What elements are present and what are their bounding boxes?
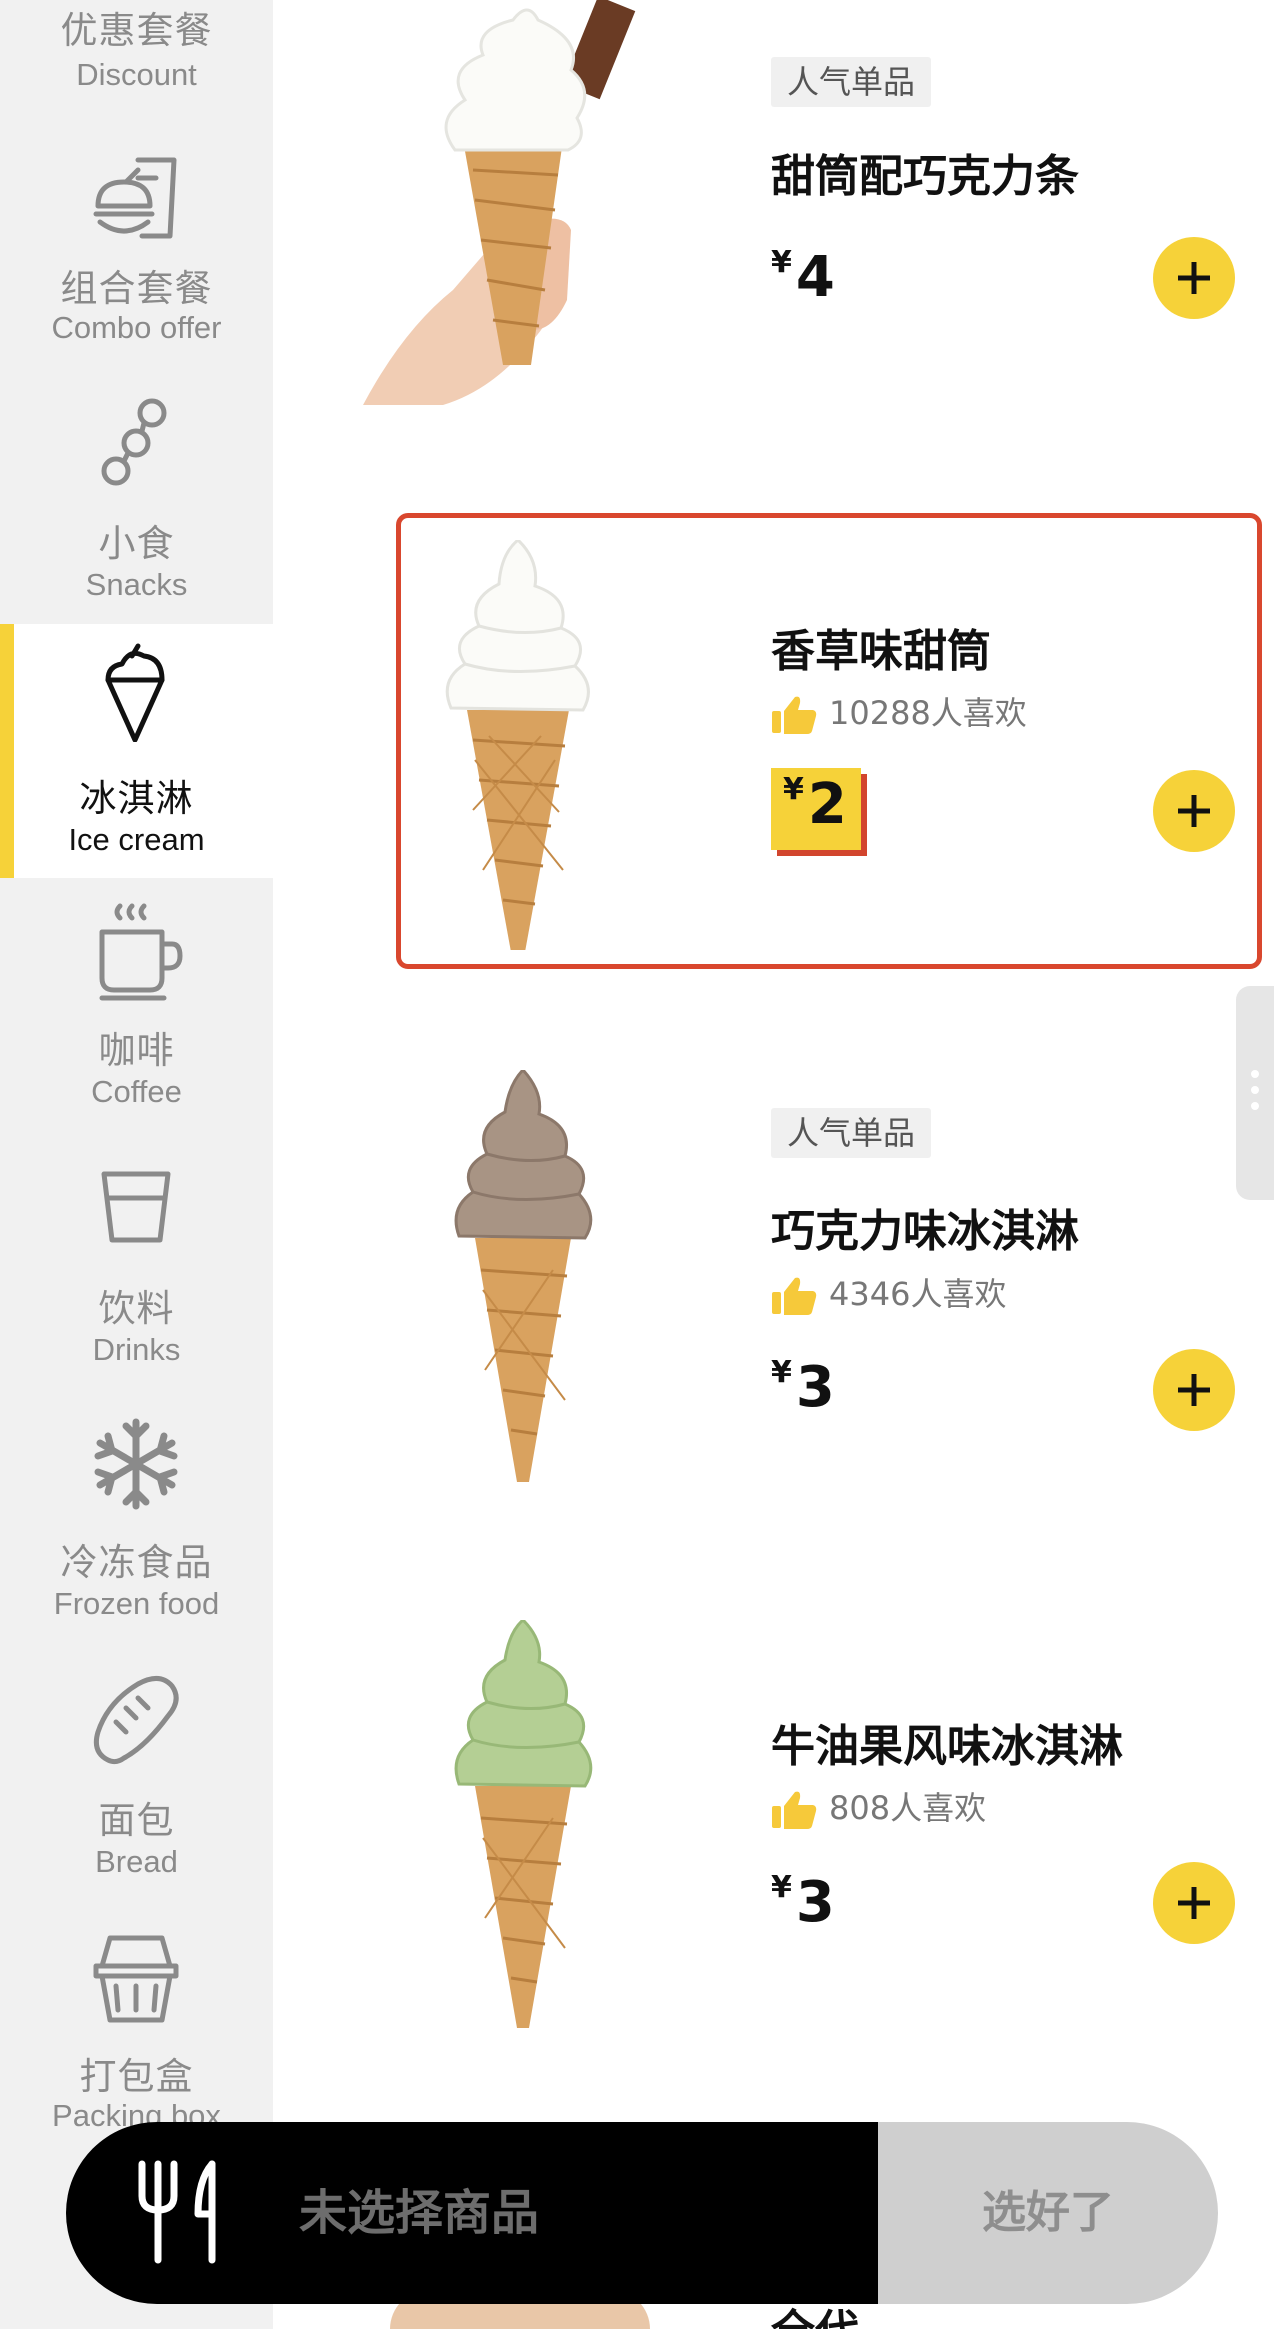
checkout-label: 选好了 xyxy=(982,2187,1114,2238)
likes-text: 10288人喜欢 xyxy=(829,694,1027,732)
popular-tag: 人气单品 xyxy=(771,57,932,107)
add-to-cart-button[interactable] xyxy=(1153,1349,1235,1431)
sidebar-item-label-en: Ice cream xyxy=(68,822,205,857)
add-to-cart-button[interactable] xyxy=(1153,1862,1235,1944)
product-price: ¥3 xyxy=(771,1870,835,1935)
product-name: 牛油果风味冰淇淋 xyxy=(771,1721,1123,1772)
product-card[interactable]: 人气单品 甜筒配巧克力条 ¥4 xyxy=(273,0,1274,470)
cart-status-text: 未选择商品 xyxy=(299,2185,540,2241)
sidebar-item-label-zh: 小食 xyxy=(98,522,175,565)
sidebar-item-coffee[interactable]: 咖啡 Coffee xyxy=(0,902,273,1122)
fork-knife-icon xyxy=(138,2160,216,2264)
product-card[interactable]: 香草味甜筒 10288人喜欢 ¥2 xyxy=(273,520,1274,970)
currency-symbol: ¥ xyxy=(783,772,804,807)
add-to-cart-button[interactable] xyxy=(1153,237,1235,319)
snack-skewer-icon xyxy=(86,393,186,493)
sidebar-item-label-en: Discount xyxy=(76,57,197,92)
currency-symbol: ¥ xyxy=(771,1870,792,1905)
product-price: ¥3 xyxy=(771,1355,835,1420)
sidebar-item-label-zh: 饮料 xyxy=(98,1287,175,1330)
product-image xyxy=(443,537,593,952)
cart-bar: 未选择商品 选好了 xyxy=(66,2122,1218,2304)
sidebar-item-frozen-food[interactable]: 冷冻食品 Frozen food xyxy=(0,1414,273,1634)
price-value: 4 xyxy=(795,245,835,310)
sidebar-item-label-zh: 打包盒 xyxy=(79,2055,194,2098)
price-value: 3 xyxy=(795,1355,835,1420)
sidebar-item-snacks[interactable]: 小食 Snacks xyxy=(0,393,273,613)
sidebar-item-label-en: Bread xyxy=(95,1844,178,1879)
packing-box-icon xyxy=(86,1930,186,2030)
combo-meal-icon xyxy=(86,148,186,248)
currency-symbol: ¥ xyxy=(771,245,792,280)
sidebar-item-label-en: Frozen food xyxy=(53,1586,220,1621)
sidebar-item-label-en: Coffee xyxy=(91,1074,182,1109)
snowflake-icon xyxy=(86,1414,186,1514)
product-card[interactable]: 牛油果风味冰淇淋 808人喜欢 ¥3 xyxy=(273,1595,1274,2055)
likes-text: 4346人喜欢 xyxy=(829,1275,1007,1313)
price-value: 3 xyxy=(795,1870,835,1935)
likes-count: 10288人喜欢 xyxy=(771,691,1027,735)
sidebar-item-label-zh: 面包 xyxy=(98,1799,175,1842)
popular-tag: 人气单品 xyxy=(771,1108,932,1158)
sidebar-item-label-zh: 优惠套餐 xyxy=(60,9,213,52)
product-name: 甜筒配巧克力条 xyxy=(771,151,1079,202)
likes-count: 808人喜欢 xyxy=(771,1786,986,1830)
product-card[interactable]: 人气单品 巧克力味冰淇淋 4346人喜欢 ¥3 xyxy=(273,1050,1274,1510)
likes-count: 4346人喜欢 xyxy=(771,1272,1006,1316)
sidebar-item-discount[interactable]: 优惠套餐 Discount xyxy=(0,0,273,100)
price-value: 2 xyxy=(807,772,847,837)
sidebar-item-ice-cream[interactable]: 冰淇淋 Ice cream xyxy=(0,624,273,878)
sidebar-item-drinks[interactable]: 饮料 Drinks xyxy=(0,1168,273,1388)
cart-summary[interactable]: 未选择商品 xyxy=(66,2122,878,2304)
thumbs-up-icon xyxy=(772,696,817,734)
product-name: 巧克力味冰淇淋 xyxy=(771,1206,1079,1257)
checkout-button[interactable]: 选好了 xyxy=(878,2122,1218,2304)
product-price: ¥4 xyxy=(771,245,835,310)
product-name: 香草味甜筒 xyxy=(771,626,991,677)
sidebar-item-combo-offer[interactable]: 组合套餐 Combo offer xyxy=(0,138,273,360)
sidebar-item-packing-box[interactable]: 打包盒 Packing box xyxy=(0,1930,273,2133)
product-image xyxy=(453,1067,593,1490)
likes-text: 808人喜欢 xyxy=(829,1789,987,1827)
sidebar-item-bread[interactable]: 面包 Bread xyxy=(0,1672,273,1892)
thumbs-up-icon xyxy=(772,1277,817,1315)
currency-symbol: ¥ xyxy=(771,1355,792,1390)
sidebar-item-label-en: Snacks xyxy=(85,567,188,602)
sidebar-item-label-en: Combo offer xyxy=(51,310,222,345)
sidebar-item-label-zh: 组合套餐 xyxy=(60,267,213,310)
product-image xyxy=(453,1617,593,2030)
add-to-cart-button[interactable] xyxy=(1153,770,1235,852)
coffee-cup-icon xyxy=(86,902,186,1002)
drink-glass-icon xyxy=(86,1168,186,1268)
product-image xyxy=(363,0,683,410)
sidebar-item-label-zh: 冷冻食品 xyxy=(60,1541,213,1584)
sidebar-item-label-zh: 冰淇淋 xyxy=(79,777,194,820)
sidebar-item-label-en: Drinks xyxy=(92,1332,181,1367)
product-price: ¥2 xyxy=(771,768,861,850)
thumbs-up-icon xyxy=(772,1791,817,1829)
bread-icon xyxy=(86,1672,186,1772)
sidebar-item-label-zh: 咖啡 xyxy=(98,1029,175,1072)
ice-cream-icon xyxy=(86,642,186,743)
category-sidebar: 优惠套餐 Discount 组合套餐 Combo offer 小食 Snacks… xyxy=(0,0,273,2329)
